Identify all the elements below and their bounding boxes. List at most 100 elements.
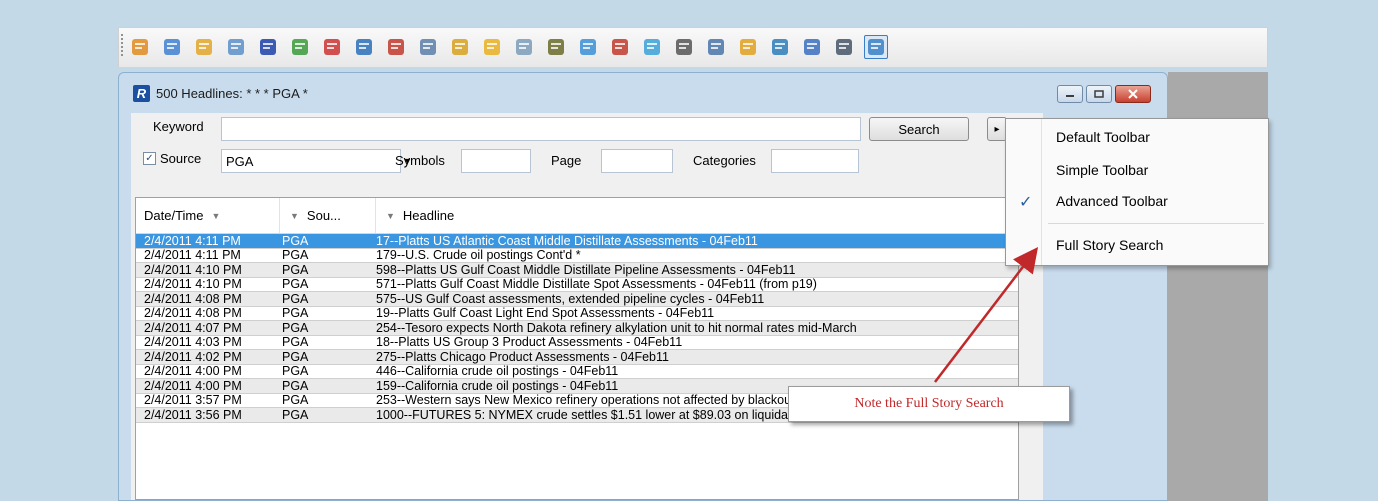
- row-datetime: 2/4/2011 3:57 PM: [144, 393, 242, 408]
- mail-icon[interactable]: [160, 35, 184, 59]
- sound-icon[interactable]: [800, 35, 824, 59]
- search-user-icon[interactable]: [576, 35, 600, 59]
- news-power-icon[interactable]: [768, 35, 792, 59]
- minimize-button[interactable]: [1057, 85, 1083, 103]
- binoculars-icon[interactable]: [672, 35, 696, 59]
- app-logo-icon: R: [133, 84, 150, 102]
- news-icon[interactable]: [416, 35, 440, 59]
- column-datetime[interactable]: Date/Time ▼: [136, 198, 280, 233]
- row-datetime: 2/4/2011 4:11 PM: [144, 233, 241, 248]
- row-source: PGA: [282, 378, 309, 393]
- row-headline: 575--US Gulf Coast assessments, extended…: [376, 291, 765, 306]
- row-source: PGA: [282, 335, 309, 350]
- row-headline: 19--Platts Gulf Coast Light End Spot Ass…: [376, 306, 715, 321]
- dollar-icon[interactable]: [288, 35, 312, 59]
- headline-row[interactable]: 2/4/2011 4:03 PM PGA 18--Platts US Group 3…: [136, 335, 1018, 350]
- source-select[interactable]: PGA ▼: [221, 149, 412, 173]
- row-datetime: 2/4/2011 4:00 PM: [144, 378, 242, 393]
- folder-icon[interactable]: [480, 35, 504, 59]
- menu-separator: [1048, 223, 1264, 224]
- row-headline: 254--Tesoro expects North Dakota refiner…: [376, 320, 857, 335]
- graph-icon[interactable]: [608, 35, 632, 59]
- globe-icon[interactable]: [640, 35, 664, 59]
- filter-arrow-icon: ▼: [211, 210, 221, 221]
- headline-row[interactable]: 2/4/2011 4:02 PM PGA 275--Platts Chicago P…: [136, 350, 1018, 365]
- close-button[interactable]: [1115, 85, 1151, 103]
- gear-icon[interactable]: [736, 35, 760, 59]
- row-datetime: 2/4/2011 4:00 PM: [144, 364, 242, 379]
- window-title: 500 Headlines: * * * PGA *: [156, 85, 308, 101]
- quote-icon[interactable]: [384, 35, 408, 59]
- table-icon[interactable]: [320, 35, 344, 59]
- keyword-label: Keyword: [153, 119, 204, 134]
- row-headline: 18--Platts US Group 3 Product Assessment…: [376, 335, 683, 350]
- news-alert-icon[interactable]: [704, 35, 728, 59]
- keyword-input[interactable]: [221, 117, 861, 141]
- headline-list: Date/Time ▼ ▼ Sou... ▼ Headline 2/4/2011 4:…: [135, 197, 1019, 500]
- row-datetime: 2/4/2011 4:08 PM: [144, 291, 242, 306]
- column-source[interactable]: ▼ Sou...: [280, 198, 376, 233]
- headline-row[interactable]: 2/4/2011 4:00 PM PGA 446--California crude…: [136, 364, 1018, 379]
- alarm-icon[interactable]: [512, 35, 536, 59]
- ticker-icon[interactable]: [544, 35, 568, 59]
- checkmark-icon: ✓: [1019, 194, 1033, 211]
- power-news-icon[interactable]: [864, 35, 888, 59]
- headline-row[interactable]: 2/4/2011 4:10 PM PGA 598--Platts US Gulf C…: [136, 263, 1018, 278]
- menu-item-full-story-search[interactable]: Full Story Search: [1056, 237, 1163, 253]
- window-titlebar[interactable]: R 500 Headlines: * * * PGA *: [125, 79, 1161, 107]
- row-source: PGA: [282, 393, 309, 408]
- row-datetime: 2/4/2011 4:07 PM: [144, 320, 242, 335]
- categories-input[interactable]: [771, 149, 859, 173]
- row-datetime: 2/4/2011 4:10 PM: [144, 277, 242, 292]
- row-source: PGA: [282, 320, 309, 335]
- headline-row[interactable]: 2/4/2011 4:08 PM PGA 19--Platts Gulf Coast…: [136, 306, 1018, 321]
- row-datetime: 2/4/2011 4:10 PM: [144, 262, 242, 277]
- row-source: PGA: [282, 291, 309, 306]
- maximize-button[interactable]: [1086, 85, 1112, 103]
- source-label: Source: [160, 151, 202, 166]
- menu-item-advanced-toolbar[interactable]: Advanced Toolbar: [1056, 193, 1168, 209]
- options-dropdown-button[interactable]: ▸: [987, 117, 1007, 141]
- menu-item-simple-toolbar[interactable]: Simple Toolbar: [1056, 162, 1148, 178]
- row-datetime: 2/4/2011 3:56 PM: [144, 407, 242, 422]
- source-checkbox[interactable]: ✓: [143, 152, 156, 165]
- row-headline: 17--Platts US Atlantic Coast Middle Dist…: [376, 233, 758, 248]
- filter-arrow-icon: ▼: [386, 210, 395, 221]
- row-datetime: 2/4/2011 4:02 PM: [144, 349, 242, 364]
- row-source: PGA: [282, 248, 309, 263]
- row-source: PGA: [282, 233, 309, 248]
- row-source: PGA: [282, 262, 309, 277]
- row-headline: 598--Platts US Gulf Coast Middle Distill…: [376, 262, 796, 277]
- menu-item-default-toolbar[interactable]: Default Toolbar: [1056, 129, 1150, 145]
- search-button[interactable]: Search: [869, 117, 969, 141]
- headline-row[interactable]: 2/4/2011 4:07 PM PGA 254--Tesoro expects N…: [136, 321, 1018, 336]
- symbols-label: Symbols: [395, 153, 445, 168]
- filter-arrow-icon: ▼: [290, 210, 299, 221]
- row-datetime: 2/4/2011 4:03 PM: [144, 335, 242, 350]
- categories-label: Categories: [693, 153, 756, 168]
- headline-row[interactable]: 2/4/2011 4:08 PM PGA 575--US Gulf Coast as…: [136, 292, 1018, 307]
- symbols-input[interactable]: [461, 149, 531, 173]
- headline-row[interactable]: 2/4/2011 4:11 PM PGA 179--U.S. Crude oil p…: [136, 248, 1018, 263]
- headline-row[interactable]: 2/4/2011 4:10 PM PGA 571--Platts Gulf Coas…: [136, 277, 1018, 292]
- column-headline[interactable]: ▼ Headline: [376, 198, 1018, 233]
- row-source: PGA: [282, 349, 309, 364]
- row-source: PGA: [282, 364, 309, 379]
- page-label: Page: [551, 153, 582, 168]
- chart-icon[interactable]: [192, 35, 216, 59]
- help-icon[interactable]: [128, 35, 152, 59]
- toolbar-icons: [128, 35, 888, 59]
- monitor-icon[interactable]: [832, 35, 856, 59]
- row-source: PGA: [282, 407, 309, 422]
- page-input[interactable]: [601, 149, 673, 173]
- grid-icon[interactable]: [224, 35, 248, 59]
- row-headline: 446--California crude oil postings - 04F…: [376, 364, 619, 379]
- filter-icon[interactable]: [352, 35, 376, 59]
- calendar-icon[interactable]: [448, 35, 472, 59]
- window-controls: [1057, 85, 1151, 103]
- row-source: PGA: [282, 306, 309, 321]
- toolbar-grip[interactable]: [120, 33, 124, 57]
- parser-icon[interactable]: [256, 35, 280, 59]
- row-datetime: 2/4/2011 4:08 PM: [144, 306, 242, 321]
- headline-row[interactable]: 2/4/2011 4:11 PM PGA 17--Platts US Atlanti…: [136, 234, 1018, 249]
